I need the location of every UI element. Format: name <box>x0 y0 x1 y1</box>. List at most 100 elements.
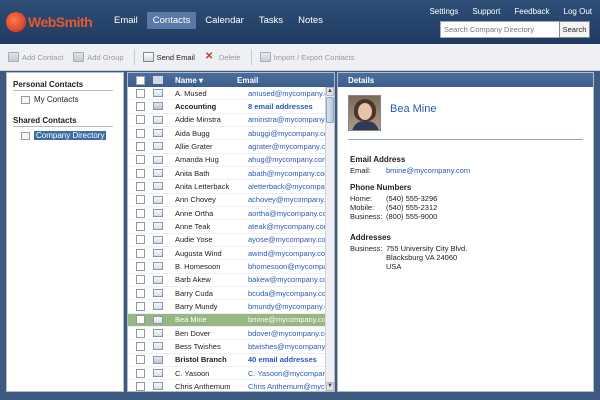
row-checkbox[interactable] <box>136 115 145 125</box>
nav-email[interactable]: Email <box>108 12 144 29</box>
table-row[interactable]: Bristol Branch 40 email addresses <box>128 354 334 367</box>
nav-notes[interactable]: Notes <box>292 12 329 29</box>
table-row[interactable]: Bea Mine bmine@mycompany.com <box>128 313 334 327</box>
row-checkbox[interactable] <box>136 315 145 325</box>
row-checkbox[interactable] <box>136 381 145 391</box>
row-email[interactable]: ayose@mycompany.com <box>248 235 330 244</box>
row-name: Anita Bath <box>175 168 210 178</box>
row-email[interactable]: aletterback@mycompany.com <box>248 182 330 191</box>
table-row[interactable]: Chris Anthemum Chris Anthemum@mycompany.c… <box>128 380 334 391</box>
row-checkbox[interactable] <box>136 208 145 218</box>
row-checkbox[interactable] <box>136 355 145 365</box>
table-row[interactable]: Bess Twishes btwishes@mycompany.com <box>128 340 334 354</box>
row-checkbox[interactable] <box>136 221 145 231</box>
email-link[interactable]: bmine@mycompany.com <box>386 166 470 175</box>
feedback-link[interactable]: Feedback <box>514 7 549 16</box>
table-row[interactable]: Allie Grater agrater@mycompany.com <box>128 140 334 154</box>
table-row[interactable]: Ben Dover bdover@mycompany.com <box>128 327 334 341</box>
table-row[interactable]: Augusta Wind awind@mycompany.com <box>128 247 334 261</box>
nav-contacts[interactable]: Contacts <box>146 12 197 29</box>
row-checkbox[interactable] <box>136 235 145 245</box>
table-row[interactable]: Addie Minstra aminstra@mycompany.com <box>128 114 334 127</box>
nav-calendar[interactable]: Calendar <box>199 12 250 29</box>
row-email[interactable]: amused@mycompany.com <box>248 89 330 98</box>
row-checkbox[interactable] <box>136 181 145 191</box>
table-row[interactable]: Anne Ortha aortha@mycompany.com <box>128 207 334 221</box>
table-row[interactable]: C. Yasoon C. Yasoon@mycompany.com <box>128 367 334 381</box>
add-contact-button[interactable]: Add Contact <box>8 52 63 62</box>
row-checkbox[interactable] <box>136 301 145 311</box>
table-row[interactable]: Audie Yose ayose@mycompany.com <box>128 234 334 247</box>
row-checkbox[interactable] <box>136 261 145 271</box>
list-scrollbar[interactable]: ▲ ▼ <box>325 87 334 391</box>
row-email[interactable]: bmundy@mycompany.com <box>248 302 330 311</box>
table-row[interactable]: Barry Mundy bmundy@mycompany.com <box>128 300 334 314</box>
row-email[interactable]: abath@mycompany.com <box>248 169 330 178</box>
row-checkbox[interactable] <box>136 101 145 111</box>
nav-tasks[interactable]: Tasks <box>253 12 289 29</box>
row-checkbox[interactable] <box>136 128 145 138</box>
row-checkbox[interactable] <box>136 328 145 338</box>
row-checkbox[interactable] <box>136 368 145 378</box>
name-column-header[interactable]: Name ▾ <box>175 76 237 85</box>
search-button[interactable]: Search <box>559 21 590 38</box>
row-checkbox[interactable] <box>136 88 145 98</box>
scroll-down-arrow-icon[interactable]: ▼ <box>326 382 334 391</box>
table-row[interactable]: Amanda Hug ahug@mycompany.com <box>128 154 334 167</box>
row-email[interactable]: 40 email addresses <box>248 355 330 364</box>
search-input[interactable] <box>440 21 560 38</box>
row-email[interactable]: ahug@mycompany.com <box>248 155 330 164</box>
table-row[interactable]: Anne Teak ateak@mycompany.com <box>128 220 334 234</box>
logout-link[interactable]: Log Out <box>564 7 592 16</box>
table-row[interactable]: Aida Bugg abuggi@mycompany.com <box>128 127 334 141</box>
row-email[interactable]: aortha@mycompany.com <box>248 209 330 218</box>
scroll-thumb[interactable] <box>326 97 334 123</box>
row-email[interactable]: bcuda@mycompany.com <box>248 289 330 298</box>
row-email[interactable]: bdover@mycompany.com <box>248 329 330 338</box>
table-row[interactable]: Ann Chovey achovey@mycompany.com <box>128 194 334 207</box>
row-email[interactable]: 8 email addresses <box>248 102 330 111</box>
row-email[interactable]: aminstra@mycompany.com <box>248 115 330 124</box>
row-email[interactable]: bhomesoon@mycompany.com <box>248 262 330 271</box>
support-link[interactable]: Support <box>472 7 500 16</box>
scroll-up-arrow-icon[interactable]: ▲ <box>326 87 334 96</box>
table-row[interactable]: Barb Akew bakew@mycompany.com <box>128 274 334 287</box>
import-export-button[interactable]: Import / Export Contacts <box>259 52 354 62</box>
row-email[interactable]: ateak@mycompany.com <box>248 222 330 231</box>
table-row[interactable]: A. Mused amused@mycompany.com <box>128 87 334 101</box>
row-email[interactable]: btwishes@mycompany.com <box>248 342 330 351</box>
row-checkbox[interactable] <box>136 141 145 151</box>
table-row[interactable]: Anita Bath abath@mycompany.com <box>128 167 334 181</box>
sidebar-item-my-contacts[interactable]: My Contacts <box>21 95 123 104</box>
row-checkbox[interactable] <box>136 155 145 165</box>
add-group-button[interactable]: Add Group <box>73 52 124 62</box>
table-row[interactable]: Anita Letterback aletterback@mycompany.co… <box>128 180 334 194</box>
row-email[interactable]: agrater@mycompany.com <box>248 142 330 151</box>
row-checkbox[interactable] <box>136 168 145 178</box>
contact-card-icon <box>153 142 163 151</box>
row-email[interactable]: awind@mycompany.com <box>248 249 330 258</box>
row-email[interactable]: abuggi@mycompany.com <box>248 129 330 138</box>
settings-link[interactable]: Settings <box>429 7 458 16</box>
delete-button[interactable]: ✕ Delete <box>205 52 241 62</box>
row-checkbox[interactable] <box>136 288 145 298</box>
row-name: Aida Bugg <box>175 128 210 138</box>
row-email[interactable]: bakew@mycompany.com <box>248 275 330 284</box>
table-row[interactable]: Accounting 8 email addresses <box>128 100 334 114</box>
row-checkbox[interactable] <box>136 275 145 285</box>
table-row[interactable]: Barry Cuda bcuda@mycompany.com <box>128 287 334 301</box>
row-checkbox[interactable] <box>136 248 145 258</box>
websmith-logo[interactable]: WebSmith <box>6 12 93 32</box>
delete-x-icon: ✕ <box>204 51 214 62</box>
row-email[interactable]: achovey@mycompany.com <box>248 195 330 204</box>
send-email-button[interactable]: Send Email <box>142 52 195 62</box>
row-checkbox[interactable] <box>136 341 145 351</box>
row-checkbox[interactable] <box>136 195 145 205</box>
email-column-header[interactable]: Email <box>237 76 258 85</box>
select-all-checkbox[interactable] <box>136 75 145 85</box>
row-email[interactable]: Chris Anthemum@mycompany.com <box>248 382 330 391</box>
sidebar-item-company-directory[interactable]: Company Directory <box>21 131 123 140</box>
table-row[interactable]: B. Homesoon bhomesoon@mycompany.com <box>128 260 334 274</box>
row-email[interactable]: C. Yasoon@mycompany.com <box>248 369 330 378</box>
row-email[interactable]: bmine@mycompany.com <box>248 315 330 324</box>
